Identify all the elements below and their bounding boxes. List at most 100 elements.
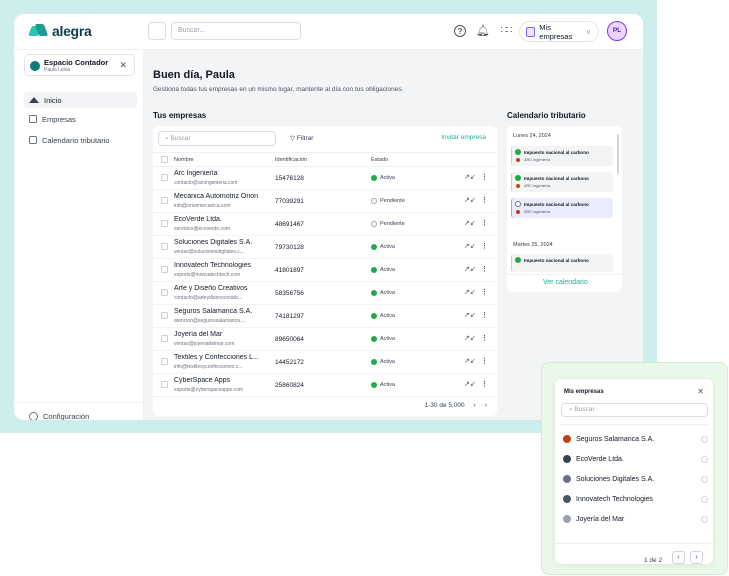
settings-link[interactable]: Configuración [29, 412, 89, 420]
switch-company-icon[interactable]: ↗↙ [464, 380, 476, 388]
calendar-event[interactable]: Impuesto nacional al carbono ARC Ingenier… [511, 172, 613, 192]
header-id: Identificación [275, 157, 308, 163]
workspace-subtitle: Paula Leiva [44, 67, 71, 73]
event-title: Impuesto nacional al carbono [524, 176, 589, 181]
company-radio[interactable] [701, 435, 708, 443]
invite-company-link[interactable]: Invitar empresa [441, 134, 486, 141]
company-radio[interactable] [701, 455, 708, 463]
popup-company-item[interactable]: Soluciones Digitales S.A. [563, 472, 708, 486]
view-calendar-link[interactable]: Ver calendario [543, 279, 588, 286]
calendar-divider [507, 274, 622, 275]
event-company: ARC Ingeniería [524, 184, 550, 188]
company-email: info@orionmecanica.com [174, 203, 231, 209]
more-options-icon[interactable]: ⋮ [481, 380, 488, 388]
switch-company-icon[interactable]: ↗↙ [464, 311, 476, 319]
workspace-selector[interactable]: Espacio Contador Paula Leiva ✕ [24, 54, 135, 76]
switch-company-icon[interactable]: ↗↙ [464, 173, 476, 181]
company-name: Soluciones Digitales S.A. [174, 239, 253, 246]
table-row[interactable]: Arc Ingeniería contacto@arcingenieria.com… [153, 167, 497, 190]
apps-grid-icon[interactable]: ∷∷ [499, 24, 513, 38]
more-options-icon[interactable]: ⋮ [481, 219, 488, 227]
more-options-icon[interactable]: ⋮ [481, 357, 488, 365]
prev-page-button[interactable]: ‹ [474, 402, 476, 409]
sidebar-item-label: Inicio [44, 95, 62, 105]
table-row[interactable]: Arte y Diseño Creativos contacto@arteydis… [153, 282, 497, 305]
sidebar-item-empresas[interactable]: Empresas [24, 111, 137, 127]
table-search-input[interactable]: ⌕ Buscar [158, 131, 276, 146]
table-row[interactable]: CyberSpace Apps soporte@cyberspaceapps.co… [153, 374, 497, 397]
switch-company-icon[interactable]: ↗↙ [464, 357, 476, 365]
table-row[interactable]: EcoVerde Ltda. servicios@ecoverde.com 4869… [153, 213, 497, 236]
popup-next-button[interactable]: › [690, 551, 703, 564]
avatar[interactable]: PL [607, 21, 627, 41]
company-radio[interactable] [701, 515, 708, 523]
row-checkbox[interactable] [161, 335, 168, 342]
switch-company-icon[interactable]: ↗↙ [464, 242, 476, 250]
switch-company-icon[interactable]: ↗↙ [464, 265, 476, 273]
companies-section-title: Tus empresas [153, 111, 207, 120]
more-options-icon[interactable]: ⋮ [481, 196, 488, 204]
close-icon[interactable]: ✕ [119, 60, 127, 71]
popup-search-input[interactable]: ⌕ Buscar [561, 403, 708, 417]
calendar-event[interactable]: Impuesto nacional al carbono ARC Ingenier… [511, 146, 613, 166]
row-checkbox[interactable] [161, 358, 168, 365]
select-all-checkbox[interactable] [161, 156, 168, 163]
switch-company-icon[interactable]: ↗↙ [464, 196, 476, 204]
row-checkbox[interactable] [161, 266, 168, 273]
company-email: servicios@ecoverde.com [174, 226, 230, 232]
companies-table-card: ⌕ Buscar ▽ Filtrar Invitar empresa Nombr… [153, 126, 497, 416]
popup-prev-button[interactable]: ‹ [672, 551, 685, 564]
table-row[interactable]: Textiles y Confecciones L... info@textile… [153, 351, 497, 374]
close-icon[interactable]: ✕ [697, 387, 704, 396]
row-checkbox[interactable] [161, 197, 168, 204]
my-companies-button[interactable]: Mis empresas ∨ [519, 21, 599, 42]
calendar-event[interactable]: Impuesto nacional al carbono ARC Ingenier… [511, 198, 613, 218]
row-checkbox[interactable] [161, 174, 168, 181]
alegra-logo[interactable]: alegra [30, 23, 92, 39]
company-radio[interactable] [701, 495, 708, 503]
table-row[interactable]: Soluciones Digitales S.A. ventas@solucion… [153, 236, 497, 259]
menu-toggle-button[interactable] [148, 22, 166, 40]
top-bar: alegra Buscar... ? 🔔︎ ∷∷ Mis empresas ∨ … [14, 14, 643, 50]
bell-icon[interactable]: 🔔︎ [476, 24, 490, 38]
next-page-button[interactable]: › [485, 402, 487, 409]
settings-label: Configuración [43, 412, 90, 420]
popup-company-item[interactable]: Joyería del Mar [563, 512, 708, 526]
popup-company-item[interactable]: Seguros Salamanca S.A. [563, 432, 708, 446]
table-row[interactable]: Mecánica Automotriz Orion info@orionmecan… [153, 190, 497, 213]
more-options-icon[interactable]: ⋮ [481, 334, 488, 342]
row-checkbox[interactable] [161, 220, 168, 227]
row-checkbox[interactable] [161, 289, 168, 296]
table-row[interactable]: Joyería del Mar ventas@joyeriadelmar.com 8… [153, 328, 497, 351]
row-checkbox[interactable] [161, 312, 168, 319]
help-icon[interactable]: ? [454, 25, 466, 37]
company-id: 79730128 [275, 244, 304, 251]
row-checkbox[interactable] [161, 243, 168, 250]
more-options-icon[interactable]: ⋮ [481, 288, 488, 296]
calendar-event[interactable]: Impuesto nacional al carbono [511, 254, 613, 272]
calendar-scrollbar[interactable] [617, 134, 619, 174]
switch-company-icon[interactable]: ↗↙ [464, 334, 476, 342]
more-options-icon[interactable]: ⋮ [481, 265, 488, 273]
table-row[interactable]: Seguros Salamanca S.A. atencion@segurossa… [153, 305, 497, 328]
company-logo-icon [516, 158, 520, 162]
switch-company-icon[interactable]: ↗↙ [464, 288, 476, 296]
sidebar-item-calendario[interactable]: Calendario tributario [24, 132, 137, 148]
more-options-icon[interactable]: ⋮ [481, 173, 488, 181]
sidebar-item-inicio[interactable]: Inicio [24, 92, 137, 108]
popup-company-item[interactable]: EcoVerde Ltda. [563, 452, 708, 466]
row-checkbox[interactable] [161, 381, 168, 388]
switch-company-icon[interactable]: ↗↙ [464, 219, 476, 227]
sidebar-divider [14, 402, 144, 403]
status-dot-icon [371, 359, 377, 365]
status-badge: Activa [371, 290, 395, 296]
filter-button[interactable]: ▽ Filtrar [290, 134, 313, 142]
more-options-icon[interactable]: ⋮ [481, 242, 488, 250]
global-search-input[interactable]: Buscar... [171, 22, 301, 40]
popup-company-item[interactable]: Innovatech Technologies [563, 492, 708, 506]
table-row[interactable]: Innovatech Technologies soporte@innovatec… [153, 259, 497, 282]
company-logo-icon [516, 184, 520, 188]
status-label: Pendiente [380, 198, 405, 204]
more-options-icon[interactable]: ⋮ [481, 311, 488, 319]
company-radio[interactable] [701, 475, 708, 483]
